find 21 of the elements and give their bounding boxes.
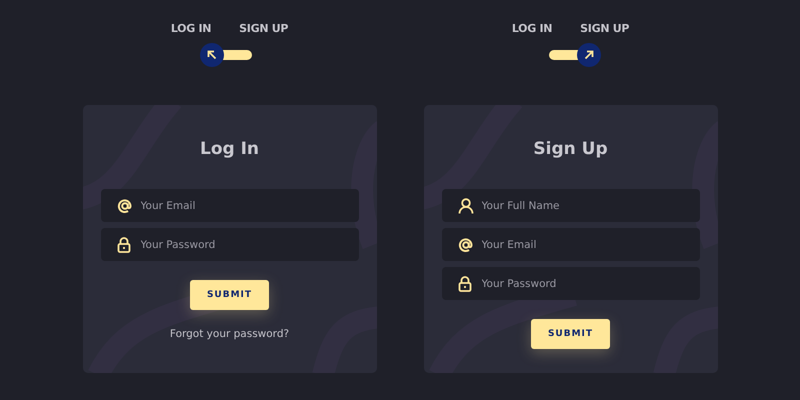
card-title: Log In bbox=[200, 139, 260, 159]
at-icon bbox=[116, 198, 132, 214]
card-title: Sign Up bbox=[533, 139, 608, 159]
user-icon bbox=[458, 198, 474, 214]
submit-button[interactable]: SUBMIT bbox=[531, 319, 610, 349]
input-field[interactable]: Your Email bbox=[442, 228, 700, 261]
arrow-up-right-icon bbox=[584, 50, 594, 60]
input-field[interactable]: Your Email bbox=[100, 189, 358, 222]
switch-label[interactable]: SIGN UP bbox=[580, 22, 630, 35]
switch-label[interactable]: SIGN UP bbox=[239, 22, 288, 35]
forgot-password-link[interactable]: Forgot your password? bbox=[170, 328, 290, 340]
switch-label[interactable]: LOG IN bbox=[512, 22, 552, 35]
input-field[interactable]: Your Password bbox=[100, 228, 358, 261]
input-field[interactable]: Your Full Name bbox=[442, 189, 700, 222]
arrow-up-left-icon bbox=[206, 50, 216, 60]
submit-button[interactable]: SUBMIT bbox=[190, 280, 269, 310]
switch-label[interactable]: LOG IN bbox=[170, 22, 212, 35]
lock-icon bbox=[458, 276, 472, 292]
input-field[interactable]: Your Password bbox=[442, 267, 700, 300]
lock-icon bbox=[116, 236, 130, 252]
at-icon bbox=[458, 236, 474, 252]
